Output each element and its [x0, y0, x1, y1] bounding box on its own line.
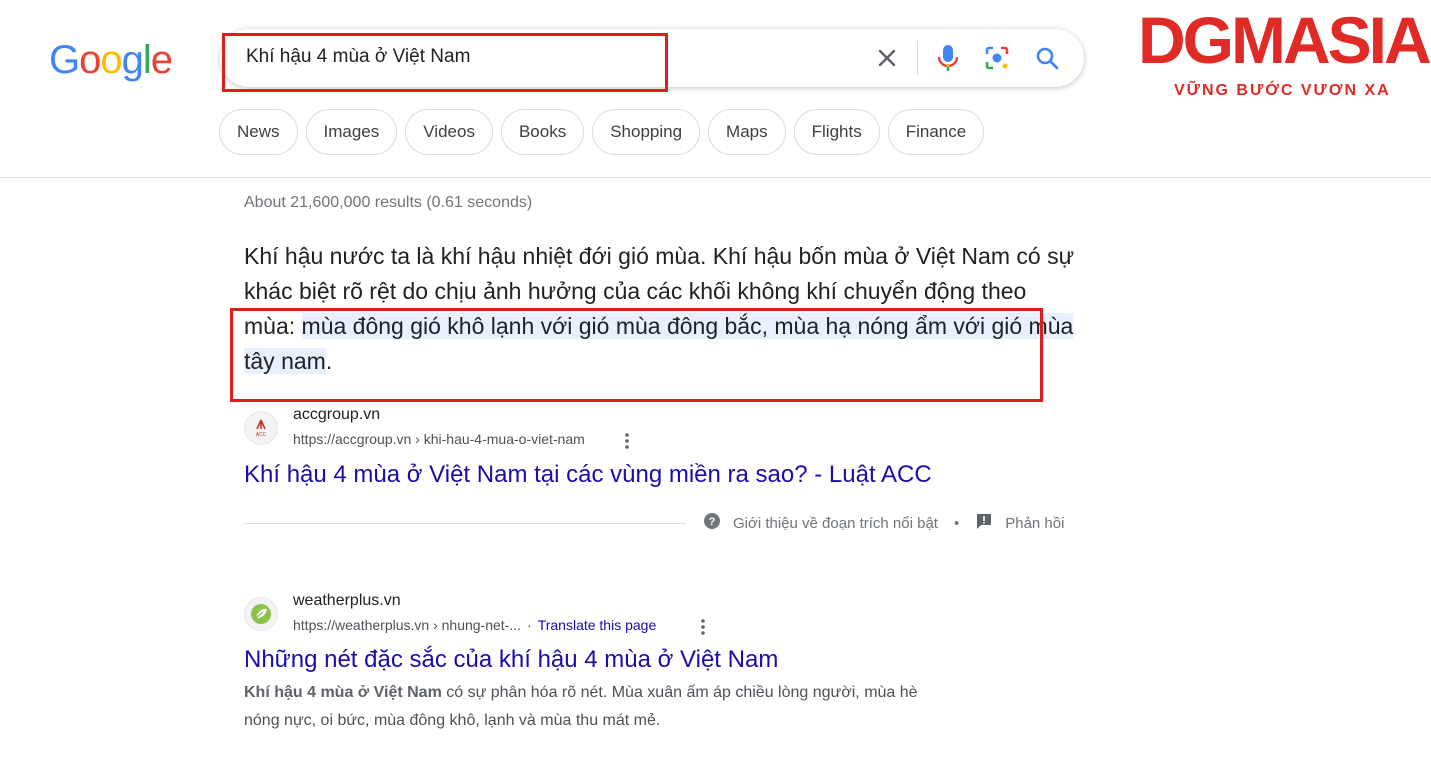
dgmasia-brand-logo: DGMASIA VỮNG BƯỚC VƯƠN XA	[1138, 3, 1431, 104]
search-divider	[917, 41, 918, 75]
camera-lens-icon[interactable]	[981, 40, 1013, 76]
search-icon[interactable]	[1031, 40, 1063, 76]
header-divider	[0, 177, 1431, 178]
result-stats: About 21,600,000 results (0.61 seconds)	[244, 194, 533, 211]
svg-text:ACC: ACC	[256, 432, 267, 438]
result1-title-link[interactable]: Khí hậu 4 mùa ở Việt Nam tại các vùng mi…	[244, 461, 932, 489]
svg-text:?: ?	[709, 516, 716, 528]
footer-separator: •	[953, 514, 960, 532]
result2-url-separator: ·	[527, 617, 532, 633]
snippet-annotation-box	[230, 308, 1043, 402]
about-snippet-link[interactable]: Giới thiệu về đoạn trích nổi bật	[733, 515, 938, 532]
result1-more-options-icon[interactable]	[620, 432, 634, 455]
search-annotation-box	[222, 33, 668, 92]
help-icon[interactable]: ?	[703, 512, 721, 534]
google-logo[interactable]: Google	[49, 38, 173, 82]
chip-news[interactable]: News	[219, 109, 298, 155]
weatherplus-favicon[interactable]	[244, 597, 278, 631]
brand-name: DGMASIA	[1138, 3, 1431, 77]
microphone-icon[interactable]	[932, 40, 964, 76]
result1-site-name[interactable]: accgroup.vn	[293, 406, 380, 424]
featured-snippet-divider	[244, 523, 686, 524]
chip-shopping[interactable]: Shopping	[592, 109, 701, 155]
chip-books[interactable]: Books	[500, 109, 585, 155]
result1-url[interactable]: https://accgroup.vn › khi-hau-4-mua-o-vi…	[293, 431, 585, 447]
chip-finance[interactable]: Finance	[887, 109, 985, 155]
result2-url-row: https://weatherplus.vn › nhung-net-... ·…	[293, 617, 656, 633]
chip-maps[interactable]: Maps	[708, 109, 786, 155]
result2-description: Khí hậu 4 mùa ở Việt Nam có sự phân hóa …	[244, 684, 918, 729]
chip-flights[interactable]: Flights	[793, 109, 880, 155]
featured-snippet-footer: ? Giới thiệu về đoạn trích nổi bật • Phả…	[703, 512, 1064, 534]
brand-slogan: VỮNG BƯỚC VƯƠN XA	[1174, 82, 1391, 99]
search-filter-chips: News Images Videos Books Shopping Maps F…	[219, 109, 985, 155]
result2-site-name[interactable]: weatherplus.vn	[293, 592, 401, 610]
feedback-icon[interactable]	[975, 512, 993, 534]
result2-url[interactable]: https://weatherplus.vn › nhung-net-...	[293, 617, 521, 633]
feedback-link[interactable]: Phản hồi	[1005, 515, 1064, 532]
translate-page-link[interactable]: Translate this page	[538, 617, 657, 633]
chip-images[interactable]: Images	[305, 109, 398, 155]
result2-title-link[interactable]: Những nét đặc sắc của khí hậu 4 mùa ở Vi…	[244, 646, 778, 674]
result2-more-options-icon[interactable]	[696, 618, 710, 641]
acc-favicon[interactable]: ACC	[244, 411, 278, 445]
chip-videos[interactable]: Videos	[405, 109, 493, 155]
clear-icon[interactable]	[871, 40, 903, 76]
